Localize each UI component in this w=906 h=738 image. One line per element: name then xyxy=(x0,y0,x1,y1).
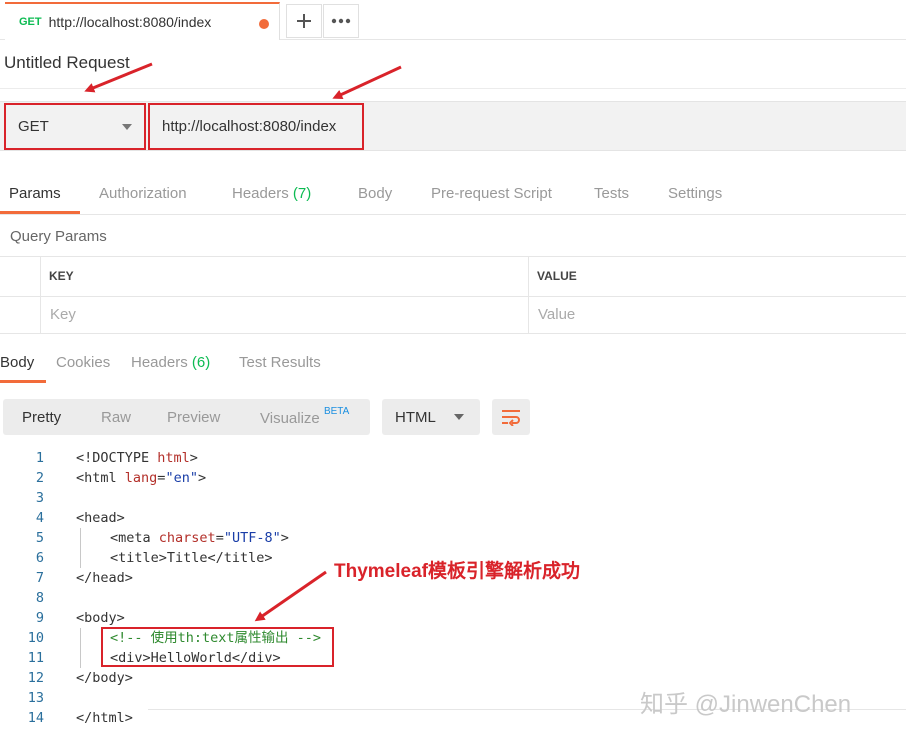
visualize-label: Visualize xyxy=(260,410,320,427)
line-number: 2 xyxy=(35,470,44,486)
tab-params[interactable]: Params xyxy=(9,185,61,202)
divider xyxy=(0,88,906,89)
line-number: 3 xyxy=(35,490,44,506)
tab-headers-label: Headers xyxy=(232,185,289,202)
query-params-table: KEY VALUE Key Value xyxy=(0,256,906,334)
response-tab-headers[interactable]: Headers (6) xyxy=(131,354,210,371)
response-tab-headers-label: Headers xyxy=(131,354,188,371)
tab-body[interactable]: Body xyxy=(358,185,392,202)
tab-authorization[interactable]: Authorization xyxy=(99,185,187,202)
code-token: = xyxy=(215,530,224,546)
code-token: > xyxy=(189,450,198,466)
line-number: 12 xyxy=(27,670,44,686)
response-tab-test-results[interactable]: Test Results xyxy=(239,354,321,371)
highlight-box xyxy=(101,627,334,667)
divider xyxy=(0,214,906,215)
code-text: <title>Title</title> xyxy=(110,550,273,566)
language-select-value: HTML xyxy=(395,408,436,426)
request-tab-url: http://localhost:8080/index xyxy=(48,14,212,30)
indent-guide xyxy=(80,628,81,668)
line-number: 4 xyxy=(35,510,44,526)
code-token: <!DOCTYPE xyxy=(76,450,158,466)
url-input[interactable]: http://localhost:8080/index xyxy=(148,103,364,150)
code-token: "en" xyxy=(165,470,198,486)
query-params-title: Query Params xyxy=(10,228,107,245)
code-token: > xyxy=(280,530,289,546)
code-line: 8 xyxy=(0,588,906,608)
code-token: lang xyxy=(124,470,158,486)
value-input[interactable]: Value xyxy=(538,306,575,323)
line-number: 1 xyxy=(35,450,44,466)
code-line: 3 xyxy=(0,488,906,508)
watermark: 知乎 @JinwenChen xyxy=(640,691,852,718)
code-text: <body> xyxy=(76,610,125,626)
chevron-down-icon xyxy=(122,124,132,130)
view-preview-button[interactable]: Preview xyxy=(167,409,220,426)
code-line: 1 <!DOCTYPE html> xyxy=(0,448,906,468)
tab-headers[interactable]: Headers (7) xyxy=(232,185,311,202)
language-select[interactable]: HTML xyxy=(382,399,480,435)
response-tab-body[interactable]: Body xyxy=(0,354,34,371)
code-token: <html xyxy=(76,470,125,486)
code-text: </body> xyxy=(76,670,133,686)
beta-badge: BETA xyxy=(323,406,350,417)
code-line: 2 <html lang="en"> xyxy=(0,468,906,488)
new-tab-button[interactable] xyxy=(286,4,322,38)
code-line: 4 <head> xyxy=(0,508,906,528)
code-text: </head> xyxy=(76,570,133,586)
response-tab-cookies[interactable]: Cookies xyxy=(56,354,110,371)
key-input[interactable]: Key xyxy=(50,306,76,323)
value-column-header: VALUE xyxy=(537,269,577,283)
request-title[interactable]: Untitled Request xyxy=(4,53,130,73)
line-number: 5 xyxy=(35,530,44,546)
code-token: html xyxy=(157,450,190,466)
line-number: 10 xyxy=(27,630,44,646)
line-number: 6 xyxy=(35,550,44,566)
line-number: 9 xyxy=(35,610,44,626)
headers-count: (7) xyxy=(292,185,312,202)
indent-guide xyxy=(80,528,81,568)
view-raw-button[interactable]: Raw xyxy=(101,409,131,426)
code-text: </html> xyxy=(76,710,133,726)
chevron-down-icon xyxy=(454,414,464,420)
request-tab[interactable]: GET http://localhost:8080/index xyxy=(5,2,280,40)
tab-strip: GET http://localhost:8080/index xyxy=(0,0,906,40)
unsaved-dot-icon xyxy=(259,19,269,29)
code-line: 9 <body> xyxy=(0,608,906,628)
arrow-icon xyxy=(332,65,402,100)
method-select[interactable]: GET xyxy=(4,103,146,150)
table-divider xyxy=(528,257,529,334)
line-number: 8 xyxy=(35,590,44,606)
code-token: <meta xyxy=(110,530,159,546)
ellipsis-icon xyxy=(331,18,351,24)
annotation-label: Thymeleaf模板引擎解析成功 xyxy=(334,561,580,582)
url-input-value: http://localhost:8080/index xyxy=(162,118,337,135)
line-number: 11 xyxy=(27,650,44,666)
code-line: 5 <meta charset="UTF-8"> xyxy=(0,528,906,548)
code-text: <head> xyxy=(76,510,125,526)
code-token: > xyxy=(197,470,207,486)
key-column-header: KEY xyxy=(49,269,74,283)
active-response-tab-indicator xyxy=(0,380,46,383)
view-pretty-button[interactable]: Pretty xyxy=(22,409,61,426)
table-divider xyxy=(40,257,41,334)
line-number: 14 xyxy=(27,710,44,726)
line-number: 13 xyxy=(27,690,44,706)
wrap-lines-icon xyxy=(502,410,520,426)
line-number: 7 xyxy=(35,570,44,586)
more-tabs-button[interactable] xyxy=(323,4,359,38)
code-token: "UTF-8" xyxy=(223,530,281,546)
request-tabs: Params Authorization Headers (7) Body Pr… xyxy=(0,176,906,214)
code-token: charset xyxy=(158,530,216,546)
wrap-lines-button[interactable] xyxy=(492,399,530,435)
view-visualize-button[interactable]: Visualize BETA xyxy=(260,406,350,427)
method-select-value: GET xyxy=(18,118,49,135)
tab-pre-request-script[interactable]: Pre-request Script xyxy=(431,185,552,202)
tab-settings[interactable]: Settings xyxy=(668,185,722,202)
request-tab-method: GET xyxy=(19,16,42,28)
plus-icon xyxy=(297,14,311,28)
tab-tests[interactable]: Tests xyxy=(594,185,629,202)
response-headers-count: (6) xyxy=(191,354,211,371)
table-divider xyxy=(0,296,906,297)
